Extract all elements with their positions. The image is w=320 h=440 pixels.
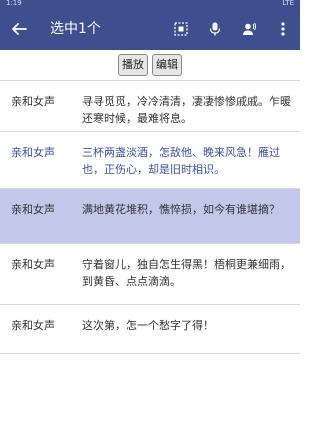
list-item[interactable]: 亲和女声 这次第，怎一个愁字了得！ xyxy=(0,304,300,354)
play-button[interactable]: 播放 xyxy=(118,54,148,76)
sentence-text: 寻寻觅觅，冷冷清清，凄凄惨惨戚戚。乍暖还寒时候，最难将息。 xyxy=(82,95,291,125)
sentence-text: 这次第，怎一个愁字了得！ xyxy=(82,319,214,332)
action-toolbar: 播放 编辑 xyxy=(0,52,300,78)
microphone-icon[interactable] xyxy=(200,14,230,44)
app-bar: 选中1个 xyxy=(0,8,300,50)
voice-label: 亲和女声 xyxy=(11,95,55,108)
sentence-text: 满地黄花堆积，憔悴损，如今有谁堪摘？ xyxy=(82,203,280,216)
voice-label: 亲和女声 xyxy=(11,319,55,332)
sentence-list: 亲和女声 寻寻觅觅，冷冷清清，凄凄惨惨戚戚。乍暖还寒时候，最难将息。 亲和女声 … xyxy=(0,80,300,354)
select-all-icon[interactable] xyxy=(166,14,196,44)
status-time: 1:19 xyxy=(6,0,22,7)
list-item[interactable]: 亲和女声 守着窗儿，独自怎生得黑！梧桐更兼细雨，到黄昏、点点滴滴。 xyxy=(0,243,300,304)
edit-button[interactable]: 编辑 xyxy=(152,54,182,76)
list-item[interactable]: 亲和女声 寻寻觅觅，冷冷清清，凄凄惨惨戚戚。乍暖还寒时候，最难将息。 xyxy=(0,80,300,131)
status-bar: 1:19 LTE xyxy=(0,0,300,8)
voice-person-icon[interactable] xyxy=(234,14,264,44)
list-item-playing[interactable]: 亲和女声 三杯两盏淡酒，怎敌他、晚来风急！雁过也，正伤心，却是旧时相识。 xyxy=(0,131,300,188)
list-item-selected[interactable]: 亲和女声 满地黄花堆积，憔悴损，如今有谁堪摘？ xyxy=(0,188,300,243)
status-network: LTE xyxy=(282,0,294,7)
voice-label: 亲和女声 xyxy=(11,203,55,216)
sentence-text: 守着窗儿，独自怎生得黑！梧桐更兼细雨，到黄昏、点点滴滴。 xyxy=(82,258,291,288)
more-vert-icon[interactable] xyxy=(268,14,298,44)
sentence-text: 三杯两盏淡酒，怎敌他、晚来风急！雁过也，正伤心，却是旧时相识。 xyxy=(82,146,280,176)
app-bar-actions xyxy=(162,14,298,44)
page-title: 选中1个 xyxy=(50,21,101,37)
voice-label: 亲和女声 xyxy=(11,146,55,159)
voice-label: 亲和女声 xyxy=(11,258,55,271)
back-arrow-icon[interactable] xyxy=(4,14,34,44)
